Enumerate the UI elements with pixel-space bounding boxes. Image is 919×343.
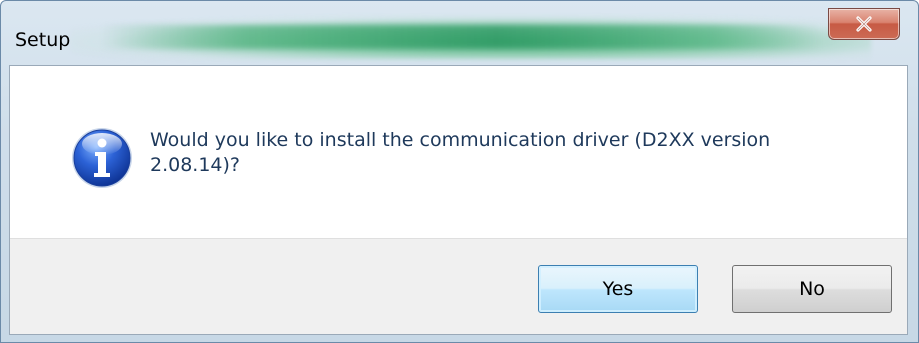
- message-text: Would you like to install the communicat…: [150, 129, 771, 176]
- close-button[interactable]: [828, 8, 900, 40]
- message-area: Would you like to install the communicat…: [10, 66, 907, 238]
- title-bar-glow-streak: [101, 25, 821, 49]
- info-icon: [70, 126, 134, 190]
- no-button[interactable]: No: [732, 265, 892, 313]
- yes-button[interactable]: Yes: [538, 265, 698, 313]
- close-icon: [855, 16, 873, 32]
- window-title: Setup: [15, 29, 71, 51]
- title-bar[interactable]: Setup: [1, 1, 918, 63]
- button-bar: Yes No: [10, 238, 907, 334]
- dialog-body: Would you like to install the communicat…: [9, 65, 908, 335]
- setup-dialog: Setup Would you like to install the comm…: [0, 0, 919, 343]
